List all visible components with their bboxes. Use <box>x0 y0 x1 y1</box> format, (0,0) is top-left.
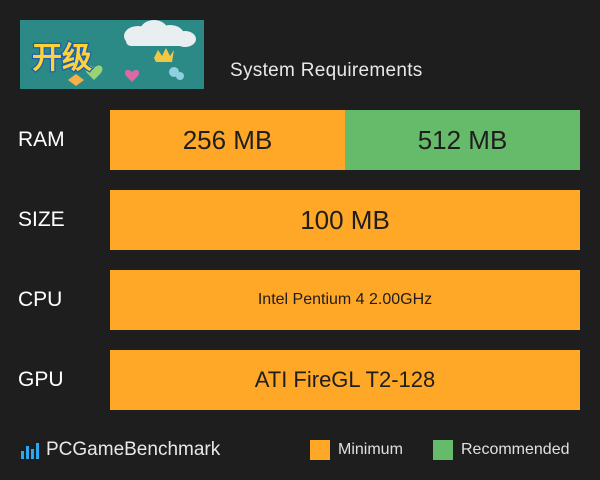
row-label-size: SIZE <box>18 208 65 231</box>
ram-recommended-bar: 512 MB <box>345 110 580 170</box>
cpu-minimum-bar: Intel Pentium 4 2.00GHz <box>110 270 580 330</box>
header: 开级 System Requirements <box>0 0 600 100</box>
game-banner-image: 开级 <box>20 20 204 89</box>
gpu-minimum-value: ATI FireGL T2-128 <box>254 367 436 392</box>
gpu-minimum-bar: ATI FireGL T2-128 <box>110 350 580 410</box>
row-label-ram: RAM <box>18 128 65 151</box>
ram-minimum-value: 256 MB <box>182 124 273 155</box>
cpu-minimum-value: Intel Pentium 4 2.00GHz <box>257 291 433 308</box>
row-label-cpu: CPU <box>18 288 63 311</box>
page-title: System Requirements <box>230 60 423 81</box>
legend-minimum-swatch <box>310 440 330 460</box>
legend-minimum-label: Minimum <box>338 441 403 458</box>
requirement-row-size: SIZE 100 MB <box>0 190 600 250</box>
bar-chart-icon <box>21 443 39 459</box>
requirement-row-ram: RAM 256 MB 512 MB <box>0 110 600 170</box>
ram-minimum-bar: 256 MB <box>110 110 345 170</box>
requirement-row-cpu: CPU Intel Pentium 4 2.00GHz <box>0 270 600 330</box>
legend-recommended: Recommended <box>433 440 570 460</box>
size-minimum-value: 100 MB <box>300 204 390 235</box>
brand-link[interactable]: PCGameBenchmark <box>20 438 220 462</box>
game-banner-title: 开级 <box>32 41 92 76</box>
legend-recommended-swatch <box>433 440 453 460</box>
legend-recommended-label: Recommended <box>461 441 570 458</box>
row-label-gpu: GPU <box>18 368 64 391</box>
brand-name: PCGameBenchmark <box>46 439 221 460</box>
footer: PCGameBenchmark Minimum Recommended <box>0 430 600 470</box>
game-banner-art: 开级 <box>20 20 204 89</box>
ram-recommended-value: 512 MB <box>417 124 508 155</box>
legend-minimum: Minimum <box>310 440 403 460</box>
requirement-row-gpu: GPU ATI FireGL T2-128 <box>0 350 600 410</box>
size-minimum-bar: 100 MB <box>110 190 580 250</box>
